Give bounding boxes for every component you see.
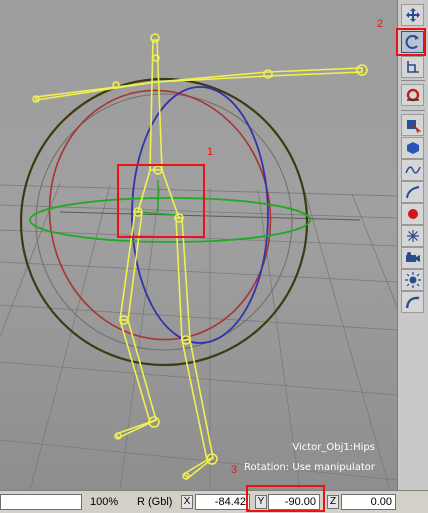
select-object-icon: [406, 120, 421, 133]
z-value-field[interactable]: 0.00: [341, 494, 396, 510]
light-tool-button[interactable]: [401, 269, 424, 291]
magnet-tool-button[interactable]: [401, 84, 424, 106]
translate-icon: [405, 8, 420, 22]
curve-icon: [404, 166, 421, 174]
camera-icon: [405, 252, 420, 262]
toolbar-divider: [401, 110, 425, 111]
selected-object-name: Victor_Obj1:Hips: [292, 442, 375, 453]
status-bar: 100% R (Gbl) X -84.42 Y -90.00 Z 0.00: [0, 490, 428, 513]
x-value-field[interactable]: -84.42: [195, 494, 250, 510]
outer-rotation-ring[interactable]: [19, 77, 309, 367]
magnet-icon: [406, 88, 419, 102]
left-pelvis-bone: [137, 169, 151, 213]
select-object-tool-button[interactable]: [401, 114, 424, 136]
callout-label-2: 2: [377, 18, 384, 30]
rotation-manipulator[interactable]: [19, 73, 311, 367]
scale-tool-button[interactable]: [401, 56, 424, 78]
rotate-icon: [405, 35, 419, 49]
camera-tool-button[interactable]: [401, 247, 424, 269]
path-tool-button[interactable]: [401, 291, 424, 313]
left-thigh-bone[interactable]: [119, 211, 143, 321]
y-axis-label: Y: [255, 495, 267, 509]
tool-palette: [397, 0, 428, 490]
status-message-field: [0, 494, 82, 510]
marker-tool-button[interactable]: [401, 203, 424, 225]
toolbar-divider: [401, 80, 425, 81]
cube-tool-button[interactable]: [401, 137, 424, 159]
null-icon: [406, 230, 419, 242]
zoom-level: 100%: [90, 496, 119, 508]
viewport-canvas[interactable]: [0, 0, 397, 490]
manipulator-mode-text: Rotation: Use manipulator: [244, 462, 375, 473]
callout-label-1: 1: [207, 146, 214, 158]
right-arm-bone[interactable]: [155, 67, 363, 83]
rotate-tool-button[interactable]: [401, 31, 424, 53]
bone-icon: [405, 186, 419, 199]
z-axis-label: Z: [327, 495, 339, 509]
spine-bone[interactable]: [149, 39, 163, 171]
path-icon: [405, 296, 419, 309]
left-foot-bone[interactable]: [114, 419, 157, 440]
null-tool-button[interactable]: [401, 225, 424, 247]
marker-icon: [407, 209, 418, 219]
bone-tool-button[interactable]: [401, 181, 424, 203]
rotation-space-label[interactable]: R (Gbl): [137, 494, 172, 510]
y-value-field[interactable]: -90.00: [268, 494, 320, 510]
cube-icon: [406, 142, 419, 154]
right-thigh-bone[interactable]: [175, 217, 191, 341]
light-icon: [404, 272, 421, 288]
x-axis-label: X: [181, 495, 193, 509]
translate-tool-button[interactable]: [401, 4, 424, 26]
callout-label-3: 3: [231, 464, 238, 476]
app-window: Victor_Obj1:Hips Rotation: Use manipulat…: [0, 0, 428, 513]
scale-icon: [406, 61, 419, 73]
y-axis-ring[interactable]: [131, 86, 269, 344]
curve-tool-button[interactable]: [401, 159, 424, 181]
3d-viewport[interactable]: Victor_Obj1:Hips Rotation: Use manipulat…: [0, 0, 397, 490]
